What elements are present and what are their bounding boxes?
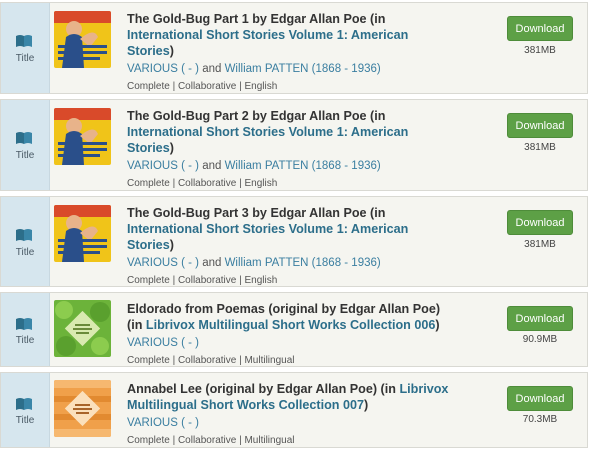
- result-info: The Gold-Bug Part 2 by Edgar Allan Poe (…: [127, 108, 457, 190]
- author-link[interactable]: William PATTEN (1868 - 1936): [225, 257, 381, 269]
- search-results-list: Title The Gold-Bug Part 1 by Edgar Allan…: [0, 0, 590, 450]
- download-button[interactable]: Download: [507, 306, 573, 331]
- result-title[interactable]: The Gold-Bug Part 2 by Edgar Allan Poe (…: [127, 108, 457, 156]
- author-link[interactable]: William PATTEN (1868 - 1936): [225, 63, 381, 75]
- result-type-label: Title: [15, 53, 35, 64]
- author-link[interactable]: VARIOUS ( - ): [127, 417, 199, 429]
- book-icon: [16, 229, 32, 241]
- book-icon: [16, 398, 32, 410]
- cover-image[interactable]: [54, 108, 111, 165]
- collection-link[interactable]: Librivox Multilingual Short Works Collec…: [146, 318, 435, 332]
- result-info: The Gold-Bug Part 1 by Edgar Allan Poe (…: [127, 11, 457, 93]
- result-title[interactable]: The Gold-Bug Part 3 by Edgar Allan Poe (…: [127, 205, 457, 253]
- author-link[interactable]: VARIOUS ( - ): [127, 257, 199, 269]
- file-size: 381MB: [524, 142, 556, 153]
- result-type-label: Title: [15, 150, 35, 161]
- result-info: The Gold-Bug Part 3 by Edgar Allan Poe (…: [127, 205, 457, 287]
- book-icon: [16, 35, 32, 47]
- result-row: Title The Gold-Bug Part 1 by Edgar Allan…: [0, 2, 588, 94]
- result-row: Title The Gold-Bug Part 3 by Edgar Allan…: [0, 196, 588, 287]
- result-meta: Complete | Collaborative | English: [127, 81, 278, 92]
- file-size: 381MB: [524, 45, 556, 56]
- file-size: 90.9MB: [522, 334, 558, 345]
- result-row: Title Annabel Lee (original by Edgar All…: [0, 372, 588, 448]
- result-info: Eldorado from Poemas (original by Edgar …: [127, 301, 457, 367]
- cover-image[interactable]: [54, 11, 111, 68]
- result-authors: VARIOUS ( - ): [127, 416, 457, 431]
- result-title[interactable]: Annabel Lee (original by Edgar Allan Poe…: [127, 381, 457, 413]
- result-type-cell: Title: [1, 100, 50, 190]
- author-link[interactable]: VARIOUS ( - ): [127, 337, 199, 349]
- book-icon: [16, 132, 32, 144]
- result-authors: VARIOUS ( - ) and William PATTEN (1868 -…: [127, 160, 381, 172]
- author-link[interactable]: VARIOUS ( - ): [127, 160, 199, 172]
- result-type-cell: Title: [1, 3, 50, 93]
- file-size: 381MB: [524, 239, 556, 250]
- result-title[interactable]: The Gold-Bug Part 1 by Edgar Allan Poe (…: [127, 11, 457, 59]
- result-authors: VARIOUS ( - ): [127, 336, 457, 351]
- download-button[interactable]: Download: [507, 16, 573, 41]
- result-row: Title The Gold-Bug Part 2 by Edgar Allan…: [0, 99, 588, 191]
- result-meta: Complete | Collaborative | English: [127, 178, 278, 189]
- result-authors: VARIOUS ( - ) and William PATTEN (1868 -…: [127, 63, 381, 75]
- result-title[interactable]: Eldorado from Poemas (original by Edgar …: [127, 301, 457, 333]
- author-link[interactable]: William PATTEN (1868 - 1936): [225, 160, 381, 172]
- result-meta: Complete | Collaborative | Multilingual: [127, 355, 295, 366]
- download-button[interactable]: Download: [507, 210, 573, 235]
- download-button[interactable]: Download: [507, 386, 573, 411]
- file-size: 70.3MB: [522, 414, 558, 425]
- cover-image[interactable]: [54, 205, 111, 262]
- cover-image[interactable]: [54, 380, 111, 437]
- result-type-cell: Title: [1, 293, 50, 366]
- result-type-label: Title: [15, 247, 35, 258]
- result-type-label: Title: [15, 415, 35, 426]
- result-meta: Complete | Collaborative | Multilingual: [127, 435, 295, 446]
- cover-image[interactable]: [54, 300, 111, 357]
- result-type-cell: Title: [1, 197, 50, 286]
- book-icon: [16, 318, 32, 330]
- result-type-label: Title: [15, 335, 35, 346]
- result-type-cell: Title: [1, 373, 50, 447]
- download-button[interactable]: Download: [507, 113, 573, 138]
- result-authors: VARIOUS ( - ) and William PATTEN (1868 -…: [127, 257, 381, 269]
- result-meta: Complete | Collaborative | English: [127, 275, 278, 286]
- result-row: Title Eldorado from Poemas (original by …: [0, 292, 588, 367]
- author-link[interactable]: VARIOUS ( - ): [127, 63, 199, 75]
- result-info: Annabel Lee (original by Edgar Allan Poe…: [127, 381, 457, 447]
